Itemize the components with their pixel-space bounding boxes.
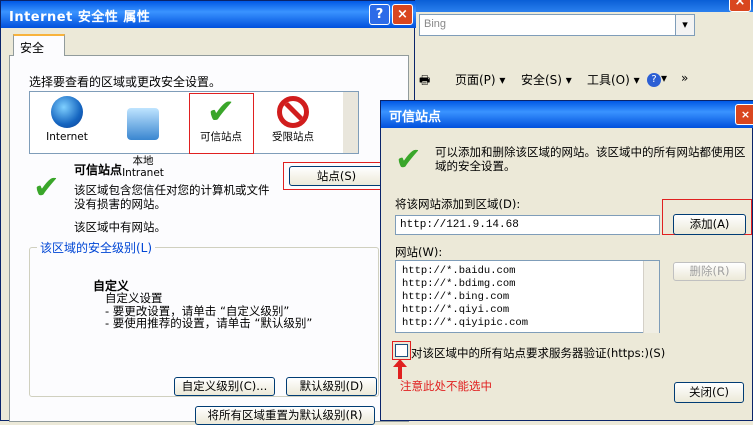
- check-icon: ✔: [33, 168, 60, 206]
- zone-label: 受限站点: [272, 131, 314, 143]
- security-level-legend: 该区域的安全级别(L): [37, 239, 156, 256]
- zone-label: 本地 Intranet: [122, 155, 164, 179]
- trusted-sites-dialog: 可信站点 × ✔ 可以添加和删除该区域的网站。该区域中的所有网站都使用区域的安全…: [380, 100, 753, 421]
- chevron-more-icon[interactable]: »: [681, 71, 688, 85]
- selected-zone-description: 该区域包含您信任对您的计算机或文件没有损害的网站。: [74, 183, 270, 211]
- globe-icon: [51, 96, 83, 128]
- background-titlebar: [411, 0, 753, 12]
- background-close-button[interactable]: ×: [729, 0, 751, 12]
- websites-label: 网站(W):: [395, 245, 443, 259]
- add-button[interactable]: 添加(A): [673, 214, 746, 235]
- list-item[interactable]: http://*.bdimg.com: [402, 278, 515, 290]
- background-browser-window: × Bing ▾ 🖶 页面(P) ▾ 安全(S) ▾ 工具(O) ▾ ? ▾ »: [410, 0, 753, 110]
- list-item[interactable]: http://*.qiyipic.com: [402, 317, 528, 329]
- site-url-input[interactable]: http://121.9.14.68: [395, 215, 660, 235]
- custom-level-description: 自定义设置 - 要更改设置，请单击 “自定义级别” - 要使用推荐的设置，请单击…: [105, 291, 313, 330]
- selected-zone-highlight: [189, 93, 254, 154]
- reset-all-zones-button[interactable]: 将所有区域重置为默认级别(R): [195, 406, 375, 425]
- list-item[interactable]: http://*.bing.com: [402, 291, 509, 303]
- selected-zone-title: 可信站点: [74, 163, 123, 177]
- trusted-sites-intro: 可以添加和删除该区域的网站。该区域中的所有网站都使用区域的安全设置。: [435, 145, 746, 173]
- default-level-button[interactable]: 默认级别(D): [286, 377, 377, 396]
- close-button[interactable]: ×: [392, 4, 413, 25]
- remove-button[interactable]: 删除(R): [673, 262, 746, 281]
- help-menu[interactable]: ? ▾: [647, 71, 667, 87]
- security-menu[interactable]: 安全(S) ▾: [521, 71, 572, 88]
- list-item[interactable]: http://*.qiyi.com: [402, 304, 509, 316]
- trusted-sites-title: 可信站点: [381, 101, 753, 128]
- custom-level-button[interactable]: 自定义级别(C)...: [174, 377, 275, 396]
- websites-list[interactable]: http://*.baidu.com http://*.bdimg.com ht…: [395, 260, 660, 333]
- websites-scrollbar[interactable]: [643, 261, 659, 333]
- zone-label: Internet: [46, 131, 88, 143]
- check-icon: ✔: [395, 140, 422, 178]
- print-icon[interactable]: 🖶: [419, 71, 430, 92]
- annotation-note: 注意此处不能选中: [400, 379, 492, 393]
- arrow-up-icon: [393, 359, 407, 379]
- search-dropdown-icon[interactable]: ▾: [675, 14, 695, 36]
- zone-restricted-sites[interactable]: 受限站点: [262, 96, 324, 143]
- tab-security[interactable]: 安全: [13, 34, 65, 56]
- https-checkbox-label[interactable]: 对该区域中的所有站点要求服务器验证(https:)(S): [411, 345, 665, 361]
- tools-menu[interactable]: 工具(O) ▾: [587, 71, 640, 88]
- sites-button[interactable]: 站点(S): [289, 166, 384, 186]
- close-dialog-button[interactable]: 关闭(C): [674, 382, 744, 403]
- list-item[interactable]: http://*.baidu.com: [402, 265, 515, 277]
- command-bar: 🖶 页面(P) ▾ 安全(S) ▾ 工具(O) ▾ ? ▾ »: [411, 66, 753, 94]
- search-input[interactable]: Bing: [419, 14, 681, 36]
- https-checkbox[interactable]: [395, 344, 408, 357]
- help-icon: ?: [647, 73, 661, 87]
- zone-note: 该区域中有网站。: [74, 220, 166, 234]
- dialog-title: Internet 安全性 属性: [1, 1, 416, 28]
- page-menu[interactable]: 页面(P) ▾: [455, 71, 505, 88]
- zone-list-scrollbar[interactable]: [343, 92, 358, 153]
- zone-internet[interactable]: Internet: [36, 96, 98, 143]
- restricted-icon: [277, 96, 309, 128]
- zone-prompt: 选择要查看的区域或更改安全设置。: [29, 75, 222, 89]
- add-site-label: 将该网站添加到区域(D):: [395, 197, 521, 211]
- close-button[interactable]: ×: [735, 104, 753, 125]
- internet-security-properties-dialog: Internet 安全性 属性 ? × 安全 选择要查看的区域或更改安全设置。 …: [0, 0, 416, 425]
- intranet-icon: [127, 108, 159, 140]
- help-button[interactable]: ?: [369, 4, 390, 25]
